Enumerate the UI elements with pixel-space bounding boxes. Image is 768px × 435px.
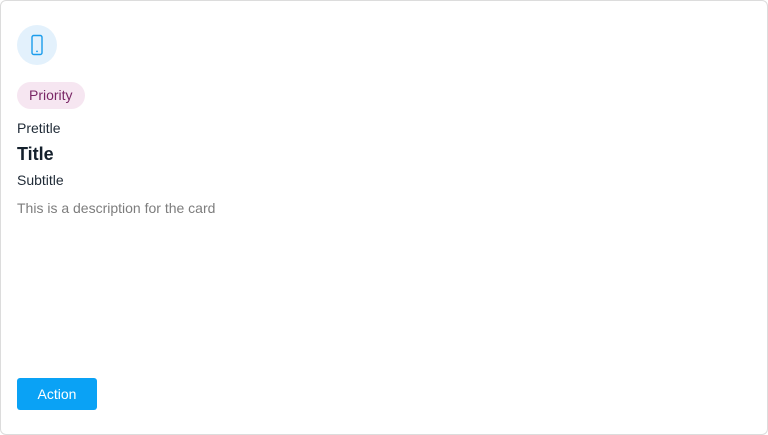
card-description: This is a description for the card	[17, 200, 216, 216]
priority-badge: Priority	[17, 82, 85, 109]
icon-container	[17, 25, 57, 65]
mobile-phone-icon	[31, 34, 43, 56]
card: Priority Pretitle Title Subtitle This is…	[0, 0, 768, 435]
card-subtitle: Subtitle	[17, 172, 64, 188]
card-title: Title	[17, 144, 54, 164]
action-button[interactable]: Action	[17, 378, 97, 410]
card-pretitle: Pretitle	[17, 120, 61, 136]
